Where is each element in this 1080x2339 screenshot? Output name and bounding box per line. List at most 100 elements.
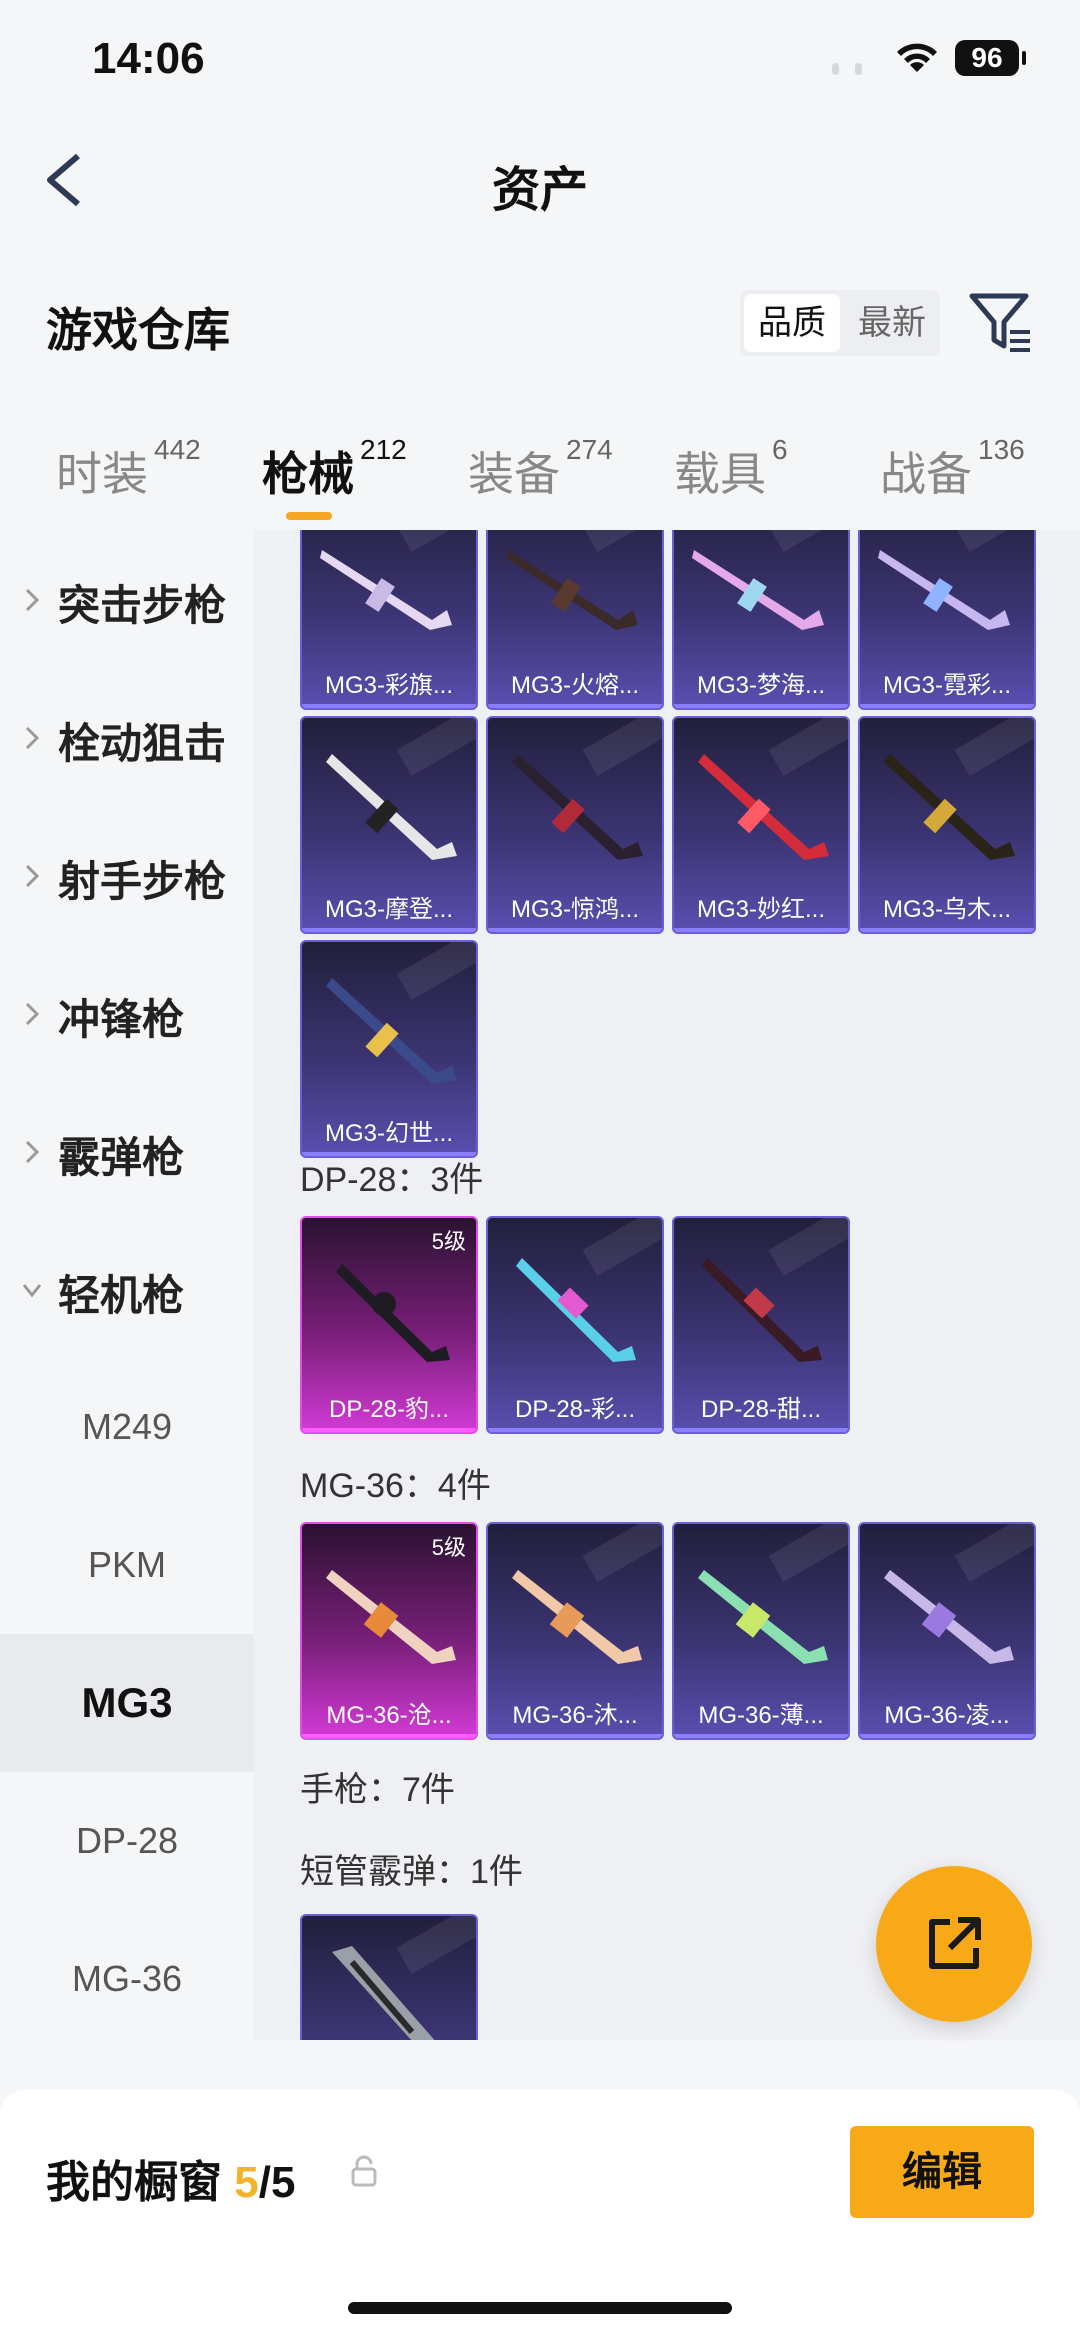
weapon-name: DP-28-彩... [514, 1396, 636, 1423]
gun-image-icon [320, 550, 452, 630]
sidebar-item-shotgun[interactable]: 霰弹枪 [0, 1082, 254, 1220]
weapon-name: MG3-梦海... [696, 672, 825, 699]
gun-image-icon [698, 1570, 828, 1664]
sidebar-item-label: 霰弹枪 [58, 1134, 185, 1181]
section-label-short-shotgun: 短管霰弹：1件 [300, 1853, 523, 1891]
tab-label: 战备 [880, 448, 972, 500]
weapon-card[interactable]: MG-36-凌... [858, 1522, 1036, 1740]
tab-count: 442 [154, 434, 201, 465]
weapon-name: MG-36-凌... [884, 1702, 1010, 1729]
gun-image-icon [326, 754, 457, 860]
showcase-bar: 我的橱窗 5/5 编辑 [0, 2090, 1080, 2339]
sidebar-subitem-mg36[interactable]: MG-36 [0, 1910, 254, 2040]
weapon-name: MG3-霓彩... [882, 672, 1011, 699]
weapon-card[interactable]: DP-28-甜... [672, 1216, 850, 1434]
tab-count: 212 [360, 434, 407, 465]
gun-image-icon [336, 1264, 450, 1362]
page-title: 资产 [491, 164, 588, 217]
weapon-name: MG-36-沐... [512, 1702, 638, 1729]
category-tabs: 时装 442 枪械 212 装备 274 载具 6 战备 136 [0, 420, 1080, 530]
sidebar-item-label: 冲锋枪 [58, 996, 185, 1043]
sort-newest-button[interactable]: 最新 [844, 290, 940, 356]
wifi-icon [897, 43, 937, 72]
weapon-card[interactable]: DP-28-彩... [486, 1216, 664, 1434]
tab-equipment[interactable]: 装备 274 [468, 434, 613, 504]
tab-count: 6 [772, 434, 788, 465]
edit-button[interactable]: 编辑 [850, 2126, 1034, 2218]
weapon-card[interactable]: 5级 MG-36-沧... [300, 1522, 478, 1740]
sidebar-subitem-pkm[interactable]: PKM [0, 1496, 254, 1634]
gun-image-icon [326, 1570, 456, 1664]
status-time: 14:06 [92, 34, 205, 83]
tab-firearms[interactable]: 枪械 212 [262, 434, 407, 504]
sidebar-subitem-dp28[interactable]: DP-28 [0, 1772, 254, 1910]
showcase-label: 我的橱窗 5/5 [46, 2146, 295, 2210]
filter-icon[interactable] [966, 288, 1036, 358]
gun-image-icon [884, 1570, 1014, 1664]
chevron-right-icon [25, 864, 40, 888]
nav-bar: 资产 [0, 120, 1080, 240]
chevron-right-icon [25, 726, 40, 750]
weapon-card[interactable]: MG3-妙红... [672, 716, 850, 934]
weapon-card[interactable]: 5级 DP-28-豹... [300, 1216, 478, 1434]
showcase-current-count: 5 [234, 2158, 259, 2207]
chevron-right-icon [25, 1002, 40, 1026]
sidebar-item-marksman-rifle[interactable]: 射手步枪 [0, 806, 254, 944]
weapon-card[interactable]: MG3-霓彩... [858, 530, 1036, 710]
sidebar-item-assault-rifle[interactable]: 突击步枪 [0, 530, 254, 668]
signal-dots [832, 62, 878, 80]
gun-image-icon [516, 1258, 636, 1362]
weapon-name: MG3-彩旗... [324, 672, 453, 699]
chevron-down-icon [22, 1284, 42, 1298]
tab-battle-gear[interactable]: 战备 136 [880, 434, 1025, 504]
gun-image-icon [512, 1570, 642, 1664]
weapon-name: MG3-火熔... [510, 672, 639, 699]
sidebar-item-bolt-sniper[interactable]: 栓动狙击 [0, 668, 254, 806]
share-button[interactable] [876, 1866, 1032, 2022]
weapon-card[interactable]: MG-36-薄... [672, 1522, 850, 1740]
weapon-card[interactable]: MG3-幻世... [300, 940, 478, 1158]
sidebar-item-smg[interactable]: 冲锋枪 [0, 944, 254, 1082]
showcase-title: 我的橱窗 [46, 2158, 222, 2207]
warehouse-header: 游戏仓库 品质 最新 [0, 280, 1080, 370]
external-link-icon [929, 1917, 981, 1969]
weapon-name: DP-28-甜... [700, 1396, 822, 1423]
weapon-card[interactable]: MG3-惊鸿... [486, 716, 664, 934]
weapon-name: MG3-幻世... [324, 1120, 453, 1147]
sidebar-subitem-mg3[interactable]: MG3 [0, 1634, 254, 1772]
weapon-name: MG3-惊鸿... [510, 896, 639, 923]
gun-image-icon [332, 1946, 435, 2040]
lock-icon [351, 2155, 377, 2187]
chevron-right-icon [25, 588, 40, 612]
tab-fashion[interactable]: 时装 442 [56, 434, 201, 504]
weapon-grid: MG3-彩旗... MG3-火熔... MG3-梦海... MG3-霓彩... … [254, 530, 1080, 2040]
weapon-card[interactable]: MG3-摩登... [300, 716, 478, 934]
warehouse-title: 游戏仓库 [46, 304, 230, 356]
sidebar-item-label: 轻机枪 [58, 1272, 185, 1319]
weapon-name: MG3-摩登... [324, 896, 453, 923]
weapon-name: MG3-妙红... [696, 896, 825, 923]
tab-count: 274 [566, 434, 613, 465]
tab-label: 载具 [674, 448, 766, 500]
showcase-total-count: /5 [258, 2158, 296, 2207]
sidebar-item-label: 栓动狙击 [58, 720, 227, 767]
weapon-card[interactable]: MG3-彩旗... [300, 530, 478, 710]
home-indicator [348, 2302, 732, 2314]
tab-vehicles[interactable]: 载具 6 [674, 434, 788, 504]
gun-image-icon [326, 978, 457, 1084]
sort-quality-button[interactable]: 品质 [744, 294, 840, 352]
sidebar-item-label: 射手步枪 [58, 858, 227, 905]
section-label-pistol: 手枪：7件 [300, 1771, 455, 1809]
weapon-category-sidebar: 突击步枪 栓动狙击 射手步枪 冲锋枪 霰弹枪 轻机枪 M249 PKM MG3 … [0, 530, 254, 2040]
weapon-card[interactable] [300, 1914, 478, 2040]
weapon-card[interactable]: MG3-乌木... [858, 716, 1036, 934]
gun-image-icon [878, 550, 1010, 630]
weapon-card[interactable]: MG-36-沐... [486, 1522, 664, 1740]
weapon-card[interactable]: MG3-梦海... [672, 530, 850, 710]
weapon-card[interactable]: MG3-火熔... [486, 530, 664, 710]
tab-label: 装备 [468, 448, 560, 500]
gun-image-icon [884, 754, 1015, 860]
sidebar-subitem-m249[interactable]: M249 [0, 1358, 254, 1496]
section-label-mg36: MG-36：4件 [300, 1467, 491, 1505]
sidebar-item-lmg[interactable]: 轻机枪 [0, 1220, 254, 1358]
